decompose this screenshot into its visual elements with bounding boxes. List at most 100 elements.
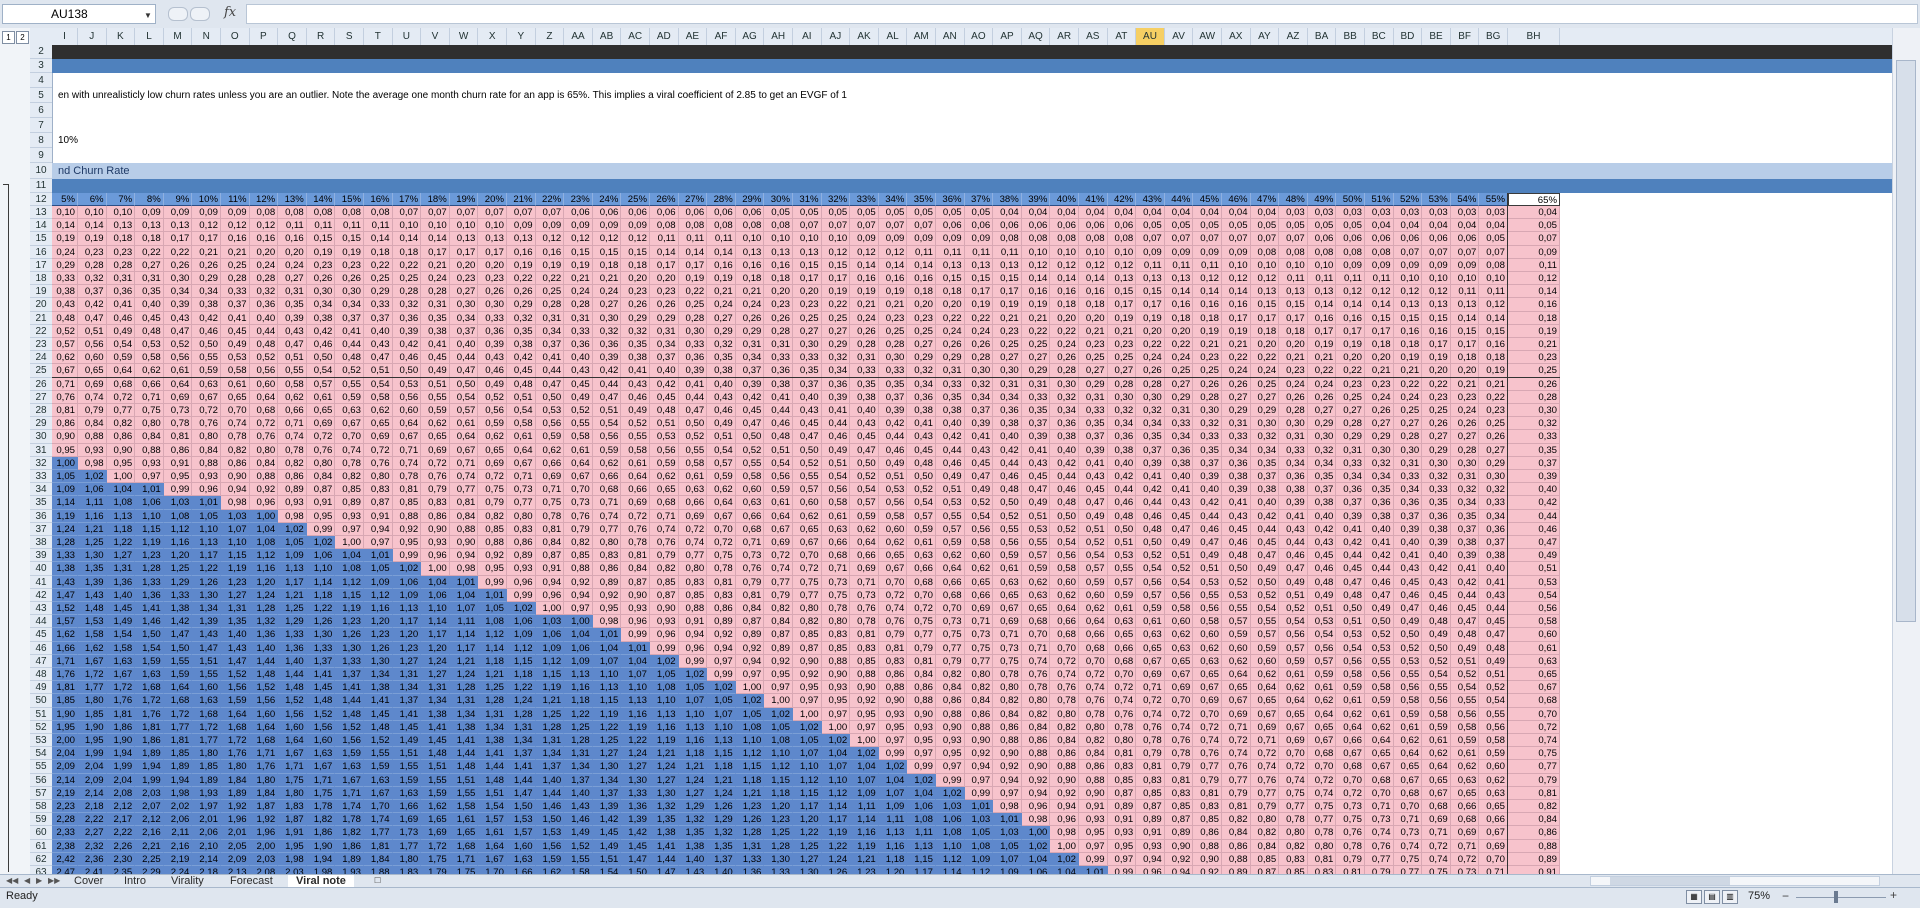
- table-cell[interactable]: 0,55: [993, 522, 1022, 536]
- table-cell[interactable]: 0,67: [993, 602, 1022, 616]
- table-cell[interactable]: 0,48: [764, 430, 793, 444]
- table-cell[interactable]: 0,35: [1450, 509, 1480, 523]
- table-cell[interactable]: 0,76: [1164, 734, 1194, 748]
- table-cell[interactable]: 0,08: [1107, 232, 1137, 246]
- table-cell[interactable]: 0,82: [1222, 813, 1251, 827]
- table-cell[interactable]: 1,07: [850, 773, 879, 787]
- table-cell[interactable]: 0,60: [1050, 575, 1079, 589]
- table-cell[interactable]: 0,70: [1365, 786, 1394, 800]
- table-cell[interactable]: 0,94: [364, 522, 393, 536]
- table-cell[interactable]: 0,07: [1422, 245, 1451, 259]
- table-cell[interactable]: 1,33: [735, 852, 765, 866]
- table-cell[interactable]: 0,42: [1422, 562, 1451, 576]
- table-cell[interactable]: 0,56: [1307, 641, 1337, 655]
- column-header-ao[interactable]: AO: [965, 28, 994, 45]
- table-cell[interactable]: 0,44: [678, 390, 708, 404]
- column-header-z[interactable]: Z: [536, 28, 565, 45]
- table-header-cell[interactable]: 55%: [1479, 193, 1508, 206]
- table-cell[interactable]: 0,43: [621, 377, 650, 391]
- table-cell[interactable]: 0,72: [1193, 720, 1222, 734]
- table-cell[interactable]: 1,28: [535, 720, 565, 734]
- table-cell[interactable]: 0,17: [678, 258, 708, 272]
- column-header-o[interactable]: O: [221, 28, 250, 45]
- table-cell[interactable]: 0,63: [678, 483, 708, 497]
- table-cell[interactable]: 0,73: [735, 549, 765, 563]
- table-cell[interactable]: 1,40: [535, 773, 565, 787]
- table-cell[interactable]: 0,06: [1021, 219, 1051, 233]
- table-cell[interactable]: 0,41: [1279, 509, 1308, 523]
- table-cell[interactable]: 1,31: [449, 694, 479, 708]
- table-cell[interactable]: 0,88: [678, 602, 708, 616]
- table-cell[interactable]: 1,26: [335, 628, 364, 642]
- table-cell[interactable]: 0,42: [1050, 456, 1079, 470]
- table-cell[interactable]: 1,20: [163, 549, 193, 563]
- table-cell[interactable]: 1,08: [964, 839, 994, 853]
- table-cell[interactable]: 0,44: [335, 338, 364, 352]
- table-cell[interactable]: 0,43: [1021, 456, 1051, 470]
- page-layout-view-icon[interactable]: ▤: [1704, 890, 1720, 904]
- table-cell[interactable]: 0,99: [936, 773, 965, 787]
- table-cell[interactable]: 0,32: [249, 285, 279, 299]
- table-cell[interactable]: 2,24: [163, 866, 193, 874]
- table-cell[interactable]: 0,78: [221, 430, 250, 444]
- table-cell[interactable]: 0,08: [306, 206, 336, 220]
- table-cell[interactable]: 0,61: [449, 417, 479, 431]
- table-cell[interactable]: 0,75: [907, 615, 936, 629]
- table-cell[interactable]: 0,16: [1393, 324, 1423, 338]
- table-cell[interactable]: 0,18: [621, 258, 650, 272]
- table-cell[interactable]: 0,73: [821, 575, 851, 589]
- table-cell[interactable]: 0,56: [78, 338, 107, 352]
- table-cell[interactable]: 1,06: [936, 813, 965, 827]
- table-cell[interactable]: 0,68: [1393, 786, 1423, 800]
- table-cell[interactable]: 0,32: [78, 272, 107, 286]
- table-cell[interactable]: 0,18: [1079, 298, 1108, 312]
- table-cell[interactable]: 0,58: [1193, 615, 1222, 629]
- row-header-8[interactable]: 8: [30, 133, 52, 148]
- table-header-cell[interactable]: 7%: [106, 193, 136, 206]
- table-cell[interactable]: 0,60: [1250, 654, 1280, 668]
- table-cell[interactable]: 0,21: [735, 285, 765, 299]
- table-cell[interactable]: 0,62: [1393, 734, 1423, 748]
- table-cell[interactable]: 0,84: [936, 681, 965, 695]
- table-cell[interactable]: 0,35: [278, 298, 307, 312]
- table-cell[interactable]: 0,39: [1136, 456, 1165, 470]
- row-header-31[interactable]: 31: [30, 444, 52, 457]
- table-cell[interactable]: 1,44: [278, 668, 307, 682]
- table-cell[interactable]: 0,25: [1107, 351, 1137, 365]
- table-cell[interactable]: 0,66: [592, 470, 622, 484]
- table-cell[interactable]: 1,42: [621, 826, 650, 840]
- row-header-52[interactable]: 52: [30, 721, 52, 734]
- table-cell[interactable]: 0,74: [1079, 681, 1108, 695]
- table-cell[interactable]: 0,26: [1279, 390, 1308, 404]
- table-cell[interactable]: 0,55: [735, 456, 765, 470]
- table-cell[interactable]: 0,46: [1422, 602, 1451, 616]
- table-cell[interactable]: 0,88: [878, 681, 908, 695]
- table-cell[interactable]: 0,79: [764, 588, 793, 602]
- table-cell[interactable]: 1,03: [163, 496, 193, 510]
- table-cell[interactable]: 0,76: [735, 562, 765, 576]
- table-cell[interactable]: 0,46: [1107, 496, 1137, 510]
- table-cell[interactable]: 0,64: [392, 417, 422, 431]
- table-cell[interactable]: 0,62: [478, 430, 507, 444]
- table-cell[interactable]: 0,67: [449, 443, 479, 457]
- table-cell[interactable]: 1,28: [735, 826, 765, 840]
- table-cell[interactable]: 1,11: [907, 826, 936, 840]
- table-cell[interactable]: 0,14: [1307, 298, 1337, 312]
- table-cell[interactable]: 1,03: [535, 615, 565, 629]
- table-cell[interactable]: 1,02: [392, 562, 422, 576]
- table-cell[interactable]: 0,78: [707, 562, 736, 576]
- table-cell[interactable]: 0,76: [249, 430, 279, 444]
- table-cell[interactable]: 0,37: [1508, 456, 1560, 470]
- table-cell[interactable]: 0,57: [936, 522, 965, 536]
- table-cell[interactable]: 0,29: [1422, 443, 1451, 457]
- table-cell[interactable]: 0,41: [335, 324, 364, 338]
- table-cell[interactable]: 0,42: [1336, 536, 1365, 550]
- table-cell[interactable]: 0,62: [1193, 641, 1222, 655]
- table-cell[interactable]: 0,76: [1021, 668, 1051, 682]
- table-cell[interactable]: 0,15: [306, 232, 336, 246]
- table-cell[interactable]: 0,48: [507, 377, 536, 391]
- table-cell[interactable]: 0,71: [1422, 826, 1451, 840]
- table-cell[interactable]: 0,46: [1365, 575, 1394, 589]
- table-cell[interactable]: 0,14: [650, 245, 679, 259]
- table-cell[interactable]: 1,18: [478, 654, 507, 668]
